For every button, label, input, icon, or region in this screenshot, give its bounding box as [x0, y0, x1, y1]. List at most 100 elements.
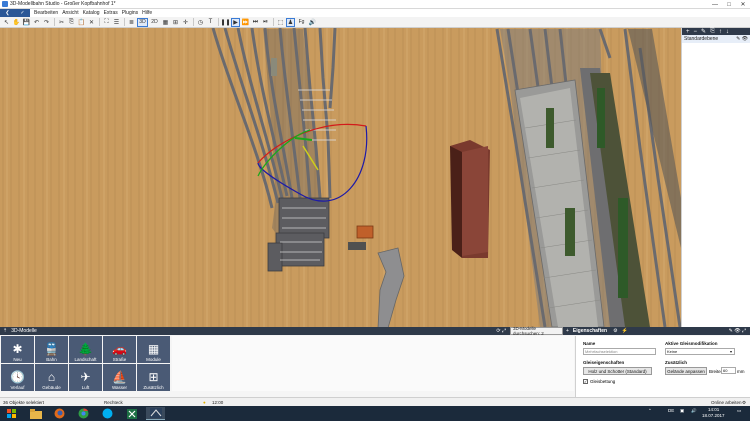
select-arrow-icon[interactable]: ↖ — [2, 18, 11, 27]
view-2d-button[interactable]: 2D — [149, 18, 160, 27]
add-icon[interactable]: + — [566, 328, 569, 334]
edit-layer-icon[interactable]: ✎ — [701, 28, 706, 35]
pause-icon[interactable]: ❚❚ — [220, 18, 230, 27]
name-input[interactable]: Mehrfachselektion — [583, 348, 656, 355]
width-input[interactable]: 60 — [721, 367, 736, 374]
category-gebaeude[interactable]: ⌂ Gebäude — [35, 364, 68, 391]
start-button[interactable] — [2, 407, 21, 420]
hand-icon[interactable]: ✋ — [12, 18, 21, 27]
file-menu-button[interactable]: ❮ ✓ — [0, 9, 30, 17]
fast-forward-icon[interactable]: ⏩ — [241, 18, 250, 27]
play-icon[interactable]: ▶ — [231, 17, 240, 27]
clock-date[interactable]: 18.07.2017 — [702, 413, 725, 418]
zoom-fit-icon[interactable]: ⛶ — [102, 18, 111, 27]
category-verlauf[interactable]: 🕓 Verlauf — [1, 364, 34, 391]
clock-icon[interactable]: ◷ — [196, 18, 205, 27]
fps-button[interactable]: Fg — [296, 18, 307, 27]
collapse-icon[interactable]: ⇡ — [3, 328, 7, 334]
refresh-resize-icon[interactable]: ⟳ ⤢ — [496, 328, 506, 334]
crosshair-icon[interactable]: ✛ — [181, 18, 190, 27]
track-properties-button[interactable]: Holz und Schotter (Standard) — [583, 367, 652, 375]
maximize-button[interactable]: □ — [722, 0, 736, 9]
category-landschaft[interactable]: 🌲 Landschaft — [69, 336, 102, 363]
category-luft[interactable]: ✈ Luft — [69, 364, 102, 391]
scene-render[interactable] — [0, 28, 681, 327]
active-modification-value: Keine — [667, 349, 678, 354]
firefox-icon[interactable] — [50, 407, 69, 420]
menu-extras[interactable]: Extras — [104, 10, 118, 16]
paste-icon[interactable]: 📋 — [77, 18, 86, 27]
tree-icon: 🌲 — [78, 342, 93, 356]
active-modification-select[interactable]: Keine ▾ — [665, 348, 735, 355]
category-neu[interactable]: ✱ Neu — [1, 336, 34, 363]
panel-controls-icon[interactable]: ✎ 👁 ⤢ — [729, 328, 746, 334]
undo-icon[interactable]: ↶ — [32, 18, 41, 27]
toolbar-separator — [218, 18, 219, 26]
grid-small-icon[interactable]: ⊞ — [171, 18, 180, 27]
toolbar-separator — [193, 18, 194, 26]
align-icon[interactable]: ☰ — [112, 18, 121, 27]
layers-panel: + − ✎ ⎘ ↑ ↓ Standardebene ✎ 👁 — [681, 28, 750, 327]
layer-item-standard[interactable]: Standardebene ✎ 👁 — [682, 35, 750, 43]
copy-icon[interactable]: ⎘ — [67, 18, 76, 27]
menu-ansicht[interactable]: Ansicht — [62, 10, 78, 16]
grid-icon[interactable]: ▦ — [161, 18, 170, 27]
move-up-icon[interactable]: ↑ — [719, 29, 722, 35]
view-3d-button[interactable]: 3D — [137, 17, 148, 27]
sound-icon[interactable]: 🔊 — [308, 18, 317, 27]
category-wasser[interactable]: ⛵ Wasser — [103, 364, 136, 391]
cut-icon[interactable]: ✂ — [57, 18, 66, 27]
language-indicator[interactable]: DE — [668, 408, 674, 413]
tray-chevron-icon[interactable]: ⌃ — [648, 408, 652, 414]
file-explorer-icon[interactable] — [26, 407, 45, 420]
track-piece[interactable] — [348, 242, 366, 250]
add-layer-icon[interactable]: + — [686, 29, 690, 35]
close-button[interactable]: ✕ — [736, 0, 750, 9]
faster-icon[interactable]: ⏭ — [251, 18, 260, 27]
chrome-icon[interactable] — [74, 407, 93, 420]
minimize-button[interactable]: — — [708, 0, 722, 9]
windows-taskbar: ⌃ DE ▣ 🔊 14:01 18.07.2017 ▭ — [0, 406, 750, 421]
notifications-icon[interactable]: ▭ — [737, 408, 741, 414]
width-unit: mm — [737, 369, 745, 374]
menu-bearbeiten[interactable]: Bearbeiten — [34, 10, 58, 16]
network-icon[interactable]: ▣ — [680, 408, 684, 414]
menu-plugins[interactable]: Plugins — [122, 10, 138, 16]
model-categories: ✱ Neu 🚆 Bahn 🌲 Landschaft 🚗 Straße ▦ Module 🕓… — [0, 336, 170, 391]
tool-status: Rechteck — [104, 400, 123, 405]
save-icon[interactable]: 💾 — [22, 18, 31, 27]
category-module[interactable]: ▦ Module — [137, 336, 170, 363]
copy-layer-icon[interactable]: ⎘ — [710, 28, 715, 35]
category-bahn[interactable]: 🚆 Bahn — [35, 336, 68, 363]
script-icon[interactable]: ⚡ — [622, 328, 628, 334]
bedding-checkbox[interactable]: ✓ — [583, 379, 588, 384]
models-browse-tab[interactable]: 3D-Modelle durchsuchen: 2 — [510, 326, 563, 336]
brick-shed[interactable] — [450, 140, 490, 258]
remove-layer-icon[interactable]: − — [694, 29, 698, 35]
mode-status[interactable]: Online arbeiten — [711, 400, 742, 405]
person-icon[interactable]: ♟ — [286, 17, 295, 27]
terrain-adjust-button[interactable]: Gelände anpassen — [665, 367, 707, 375]
menu-hilfe[interactable]: Hilfe — [142, 10, 152, 16]
move-down-icon[interactable]: ↓ — [726, 29, 729, 35]
delete-icon[interactable]: ✕ — [87, 18, 96, 27]
skype-icon[interactable] — [98, 407, 117, 420]
skip-icon[interactable]: ⏯ — [261, 18, 270, 27]
excel-icon[interactable] — [122, 407, 141, 420]
volume-icon[interactable]: 🔊 — [691, 408, 697, 414]
redo-icon[interactable]: ↷ — [42, 18, 51, 27]
modellbahn-app-icon[interactable] — [146, 407, 165, 420]
category-zusaetzlich[interactable]: ⊞ Zusätzlich — [137, 364, 170, 391]
clock-time[interactable]: 14:01 — [708, 407, 719, 412]
small-building[interactable] — [356, 225, 374, 239]
layer-edit-visibility-icon[interactable]: ✎ 👁 — [736, 36, 748, 42]
menu-katalog[interactable]: Katalog — [83, 10, 100, 16]
category-strasse[interactable]: 🚗 Straße — [103, 336, 136, 363]
models-list-area[interactable] — [172, 336, 574, 391]
text-icon[interactable]: T — [206, 18, 215, 27]
camera-icon[interactable]: ⬚ — [276, 18, 285, 27]
list-icon[interactable]: ≣ — [127, 18, 136, 27]
settings-icon[interactable]: ⚙ — [613, 328, 617, 334]
house-icon: ⌂ — [47, 370, 56, 384]
3d-viewport[interactable] — [0, 28, 681, 327]
